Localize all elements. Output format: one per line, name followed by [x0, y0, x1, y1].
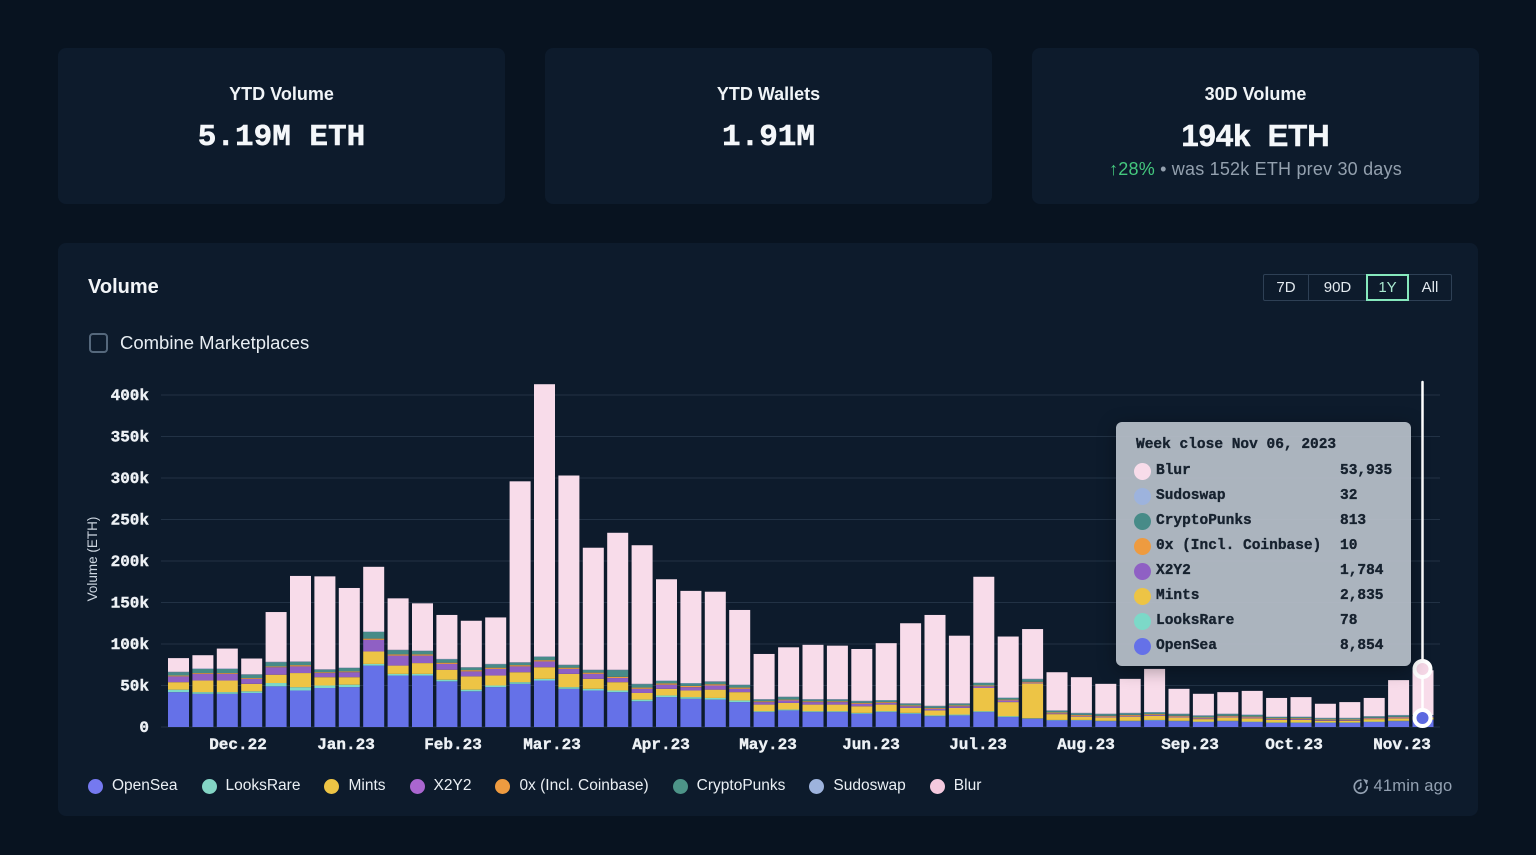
- svg-text:400k: 400k: [111, 387, 150, 405]
- svg-text:350k: 350k: [111, 429, 150, 447]
- svg-text:Dec.22: Dec.22: [209, 736, 267, 754]
- svg-text:250k: 250k: [111, 512, 150, 530]
- svg-text:150k: 150k: [111, 595, 150, 613]
- svg-text:Oct.23: Oct.23: [1265, 736, 1323, 754]
- svg-text:Jan.23: Jan.23: [317, 736, 375, 754]
- svg-text:Jul.23: Jul.23: [949, 736, 1007, 754]
- svg-text:Aug.23: Aug.23: [1057, 736, 1115, 754]
- svg-text:Volume (ETH): Volume (ETH): [85, 517, 100, 602]
- svg-text:May.23: May.23: [739, 736, 797, 754]
- svg-text:Mar.23: Mar.23: [523, 736, 581, 754]
- svg-text:200k: 200k: [111, 553, 150, 571]
- svg-text:Nov.23: Nov.23: [1373, 736, 1431, 754]
- svg-text:Apr.23: Apr.23: [632, 736, 690, 754]
- svg-text:300k: 300k: [111, 470, 150, 488]
- svg-text:50k: 50k: [120, 678, 149, 696]
- svg-text:Sep.23: Sep.23: [1161, 736, 1219, 754]
- svg-text:0: 0: [139, 719, 149, 737]
- svg-text:Feb.23: Feb.23: [424, 736, 482, 754]
- svg-text:100k: 100k: [111, 636, 150, 654]
- svg-text:Jun.23: Jun.23: [842, 736, 900, 754]
